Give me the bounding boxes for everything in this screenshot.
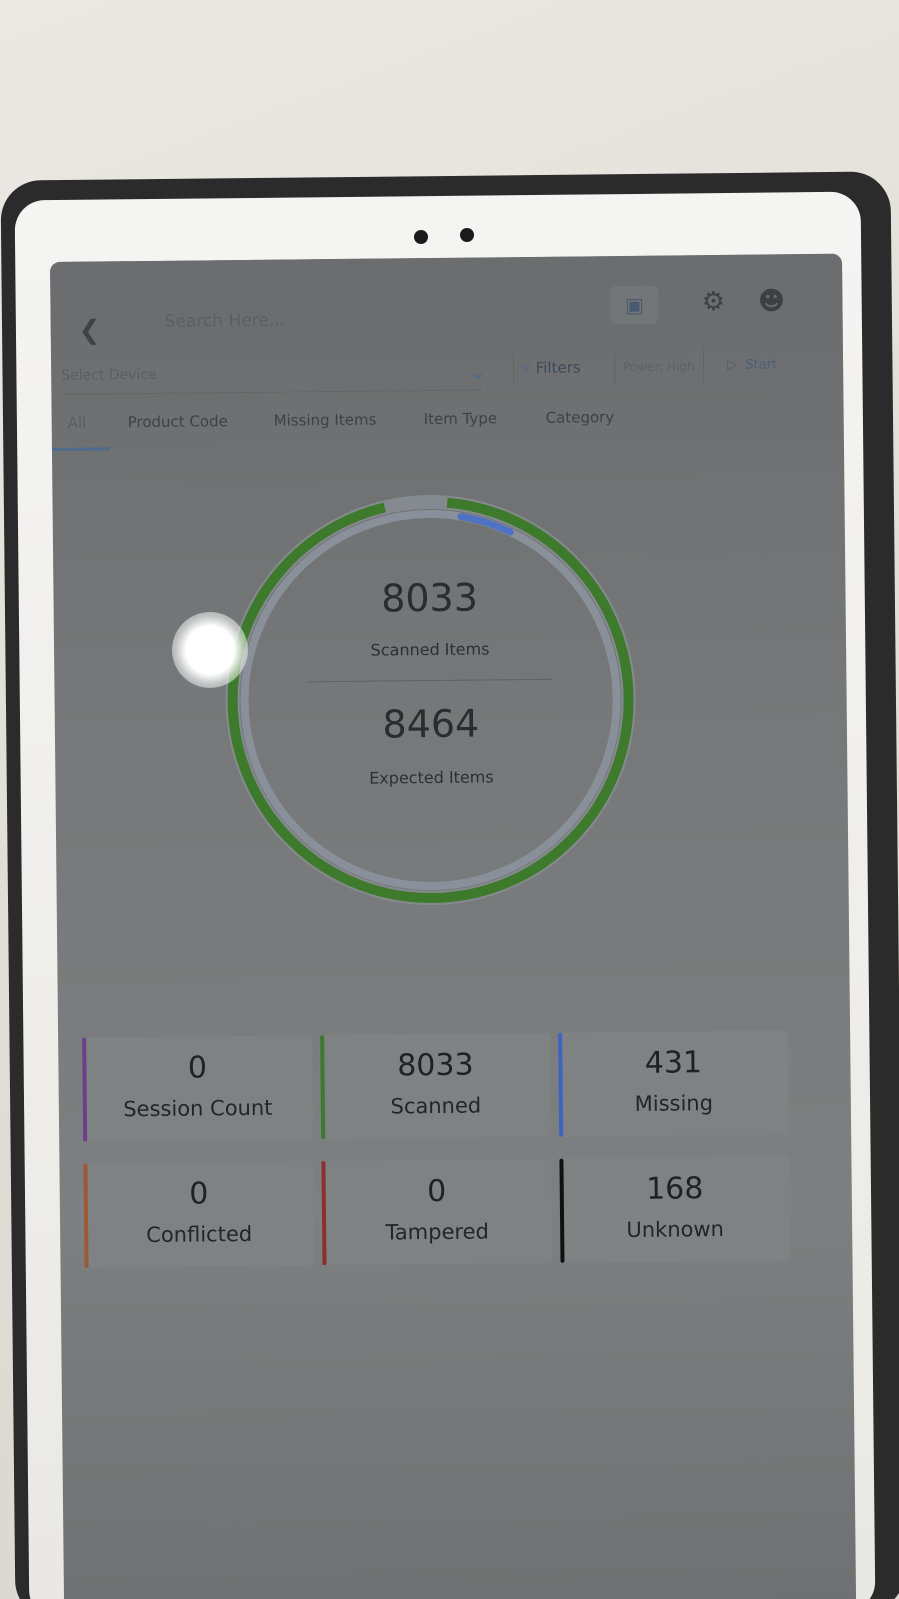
start-button[interactable]: ▷ Start	[727, 348, 777, 383]
stat-value: 0	[189, 1176, 209, 1212]
device-select-placeholder: Select Device	[61, 366, 157, 384]
device-select[interactable]: Select Device	[61, 353, 482, 395]
back-icon[interactable]: ❮	[79, 315, 101, 345]
stat-card-unknown[interactable]: 168 Unknown	[559, 1156, 791, 1263]
stat-card-tampered[interactable]: 0 Tampered	[321, 1158, 553, 1266]
stat-value: 168	[645, 1171, 704, 1207]
tab-missing-items[interactable]: Missing Items	[274, 411, 377, 430]
app-screen: ❮ ▣ ⚙ ☻ Select Device ⌄ ▿ Filters Power: …	[50, 253, 857, 1599]
chevron-down-icon[interactable]: ⌄	[469, 359, 486, 383]
tab-bar: All Product Code Missing Items Item Type…	[51, 394, 844, 458]
stat-card-conflicted[interactable]: 0 Conflicted	[83, 1161, 315, 1268]
stat-label: Conflicted	[146, 1221, 253, 1248]
power-label: Power: High	[623, 359, 695, 375]
user-circle-icon[interactable]: ☻	[754, 284, 788, 318]
tab-item-type[interactable]: Item Type	[424, 409, 498, 428]
expected-items-value: 8464	[382, 701, 480, 747]
stat-value: 0	[427, 1173, 447, 1210]
stat-label: Scanned	[390, 1093, 482, 1119]
stat-label: Missing	[634, 1091, 714, 1116]
gear-icon[interactable]: ⚙	[696, 285, 730, 319]
stat-label: Session Count	[123, 1095, 273, 1122]
light-glare	[172, 612, 248, 688]
stat-value: 431	[644, 1045, 703, 1081]
filter-icon: ▿	[522, 358, 530, 378]
tab-category[interactable]: Category	[546, 408, 615, 427]
stat-label: Tampered	[385, 1219, 489, 1245]
start-label: Start	[745, 357, 778, 373]
stat-value: 0	[187, 1050, 208, 1086]
top-bar: ❮ ▣ ⚙ ☻	[50, 253, 843, 346]
front-camera	[460, 228, 474, 242]
tab-product-code[interactable]: Product Code	[128, 412, 228, 431]
filters-label: Filters	[535, 358, 581, 377]
stat-value: 8033	[397, 1047, 474, 1084]
active-tab-indicator	[51, 447, 110, 451]
stat-card-session-count[interactable]: 0 Session Count	[82, 1035, 314, 1142]
power-dropdown[interactable]: Power: High	[613, 349, 704, 385]
tab-all[interactable]: All	[68, 414, 87, 432]
stat-card-missing[interactable]: 431 Missing	[558, 1030, 790, 1137]
device-toolbar: Select Device ⌄ ▿ Filters Power: High ▷ S…	[51, 340, 843, 395]
scan-icon[interactable]: ▣	[610, 285, 659, 325]
stat-card-scanned[interactable]: 8033 Scanned	[320, 1032, 552, 1140]
stat-label: Unknown	[626, 1216, 725, 1243]
camera-sensor	[414, 230, 428, 244]
filters-button[interactable]: ▿ Filters	[512, 350, 591, 386]
play-icon: ▷	[727, 357, 738, 373]
progress-ring: 8033 Scanned Items 8464 Expected Items	[208, 478, 653, 923]
search-input[interactable]	[162, 301, 527, 339]
scanned-items-value: 8033	[380, 575, 479, 621]
